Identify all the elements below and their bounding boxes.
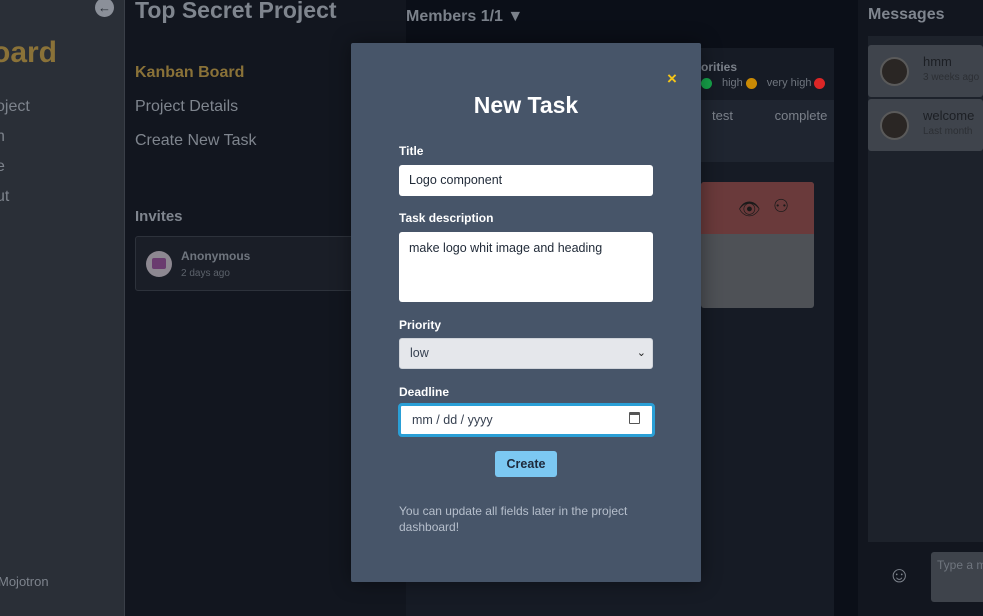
- modal-note: You can update all fields later in the p…: [399, 504, 628, 534]
- task-card-header: 👁 ⚇: [701, 182, 814, 234]
- members-dropdown[interactable]: Members 1/1 ▼: [406, 8, 523, 26]
- invite-time: 2 days ago: [181, 268, 230, 279]
- messages-panel: Messages hmm 3 weeks ago welcome Last mo…: [858, 0, 983, 616]
- calendar-icon[interactable]: [629, 412, 640, 424]
- deadline-placeholder: mm / dd / yyyy: [412, 413, 493, 427]
- deadline-date-input[interactable]: mm / dd / yyyy: [398, 403, 655, 437]
- legend-label: very high: [766, 77, 812, 89]
- message-author: welcome: [923, 108, 975, 123]
- add-user-icon[interactable]: ⚇: [773, 196, 789, 217]
- emoji-icon[interactable]: ☺: [888, 562, 910, 588]
- message-input[interactable]: Type a m: [931, 552, 983, 602]
- priority-label: Priority: [399, 318, 442, 332]
- create-button[interactable]: Create: [495, 451, 557, 477]
- legend-label: high: [722, 77, 743, 89]
- message-item[interactable]: welcome Last month: [868, 99, 983, 151]
- chevron-down-icon: ⌄: [636, 347, 646, 359]
- avatar: [880, 57, 909, 86]
- priority-dot: [745, 77, 757, 89]
- priority-dot: [814, 77, 826, 89]
- left-nav-item[interactable]: oject: [0, 97, 30, 127]
- message-time: Last month: [923, 126, 973, 137]
- left-nav-item[interactable]: h: [0, 127, 30, 157]
- priority-selected-value: low: [410, 346, 429, 360]
- left-sidebar: ← oard oject h e ut Mojotron: [0, 0, 125, 616]
- invite-name: Anonymous: [181, 249, 251, 263]
- eye-icon[interactable]: 👁: [738, 199, 761, 220]
- collapse-sidebar-icon[interactable]: ←: [95, 0, 114, 17]
- modal-title: New Task: [473, 92, 579, 118]
- column-test: test: [712, 108, 733, 123]
- project-title: Top Secret Project: [135, 0, 337, 23]
- description-textarea[interactable]: make logo whit image and heading: [399, 232, 653, 302]
- avatar: [880, 111, 909, 140]
- left-nav-item[interactable]: ut: [0, 187, 30, 217]
- message-author: hmm: [923, 54, 952, 69]
- priorities-heading: orities: [701, 60, 738, 74]
- brand-title: oard: [0, 36, 58, 69]
- message-time: 3 weeks ago: [923, 72, 980, 83]
- avatar: [146, 251, 172, 277]
- column-complete: complete: [774, 108, 828, 123]
- priority-dot: [701, 77, 712, 89]
- left-nav: oject h e ut: [0, 97, 30, 217]
- nav-project-details[interactable]: Project Details: [135, 96, 257, 130]
- title-label: Title: [399, 144, 424, 158]
- close-icon[interactable]: ×: [667, 70, 677, 88]
- messages-heading: Messages: [868, 6, 945, 23]
- invites-heading: Invites: [135, 208, 183, 225]
- nav-create-new-task[interactable]: Create New Task: [135, 130, 257, 164]
- deadline-label: Deadline: [399, 385, 450, 399]
- column-labels: test complete: [712, 108, 865, 123]
- title-input[interactable]: Logo component: [399, 165, 653, 196]
- nav-kanban-board[interactable]: Kanban Board: [135, 62, 257, 96]
- priority-legend: high very high: [701, 77, 835, 89]
- new-task-modal: × New Task Title Logo component Task des…: [351, 43, 701, 582]
- left-nav-item[interactable]: e: [0, 157, 30, 187]
- message-item[interactable]: hmm 3 weeks ago: [868, 45, 983, 97]
- project-nav: Kanban Board Project Details Create New …: [135, 62, 257, 164]
- current-user: Mojotron: [0, 574, 49, 589]
- description-label: Task description: [399, 211, 494, 225]
- priority-select[interactable]: low ⌄: [399, 338, 653, 369]
- task-card[interactable]: 👁 ⚇: [701, 182, 814, 308]
